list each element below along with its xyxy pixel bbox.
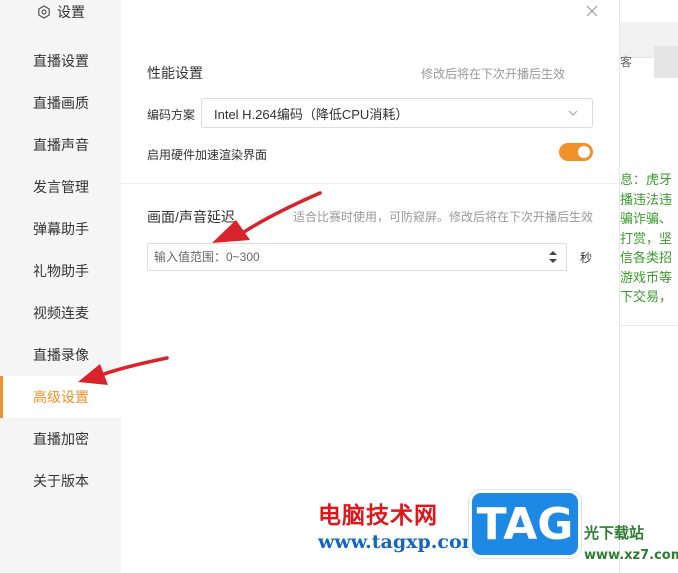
sidebar-item-encryption[interactable]: 直播加密: [0, 418, 121, 460]
chat-line: 息：虎牙: [620, 172, 673, 187]
sidebar-item-label: 高级设置: [33, 389, 89, 405]
performance-hint: 修改后将在下次开播后生效: [421, 67, 566, 81]
chat-line: 信各类招: [620, 250, 673, 265]
sidebar-item-live-settings[interactable]: 直播设置: [0, 40, 121, 82]
chat-line: 下交易，: [620, 289, 673, 304]
section-divider: [121, 183, 620, 184]
close-icon[interactable]: [583, 2, 601, 20]
delay-section-title: 画面/声音延迟: [147, 209, 235, 225]
chat-line: 播违法违: [620, 191, 673, 207]
background-divider: [620, 325, 678, 326]
watermark-side-url: www.xz7.com: [584, 548, 678, 563]
settings-sidebar: 设置 直播设置 直播画质 直播声音 发言管理 弹幕助手 礼物助手 视频连麦 直播…: [0, 0, 121, 573]
sidebar-item-advanced[interactable]: 高级设置: [0, 376, 121, 418]
sidebar-item-label: 视频连麦: [33, 305, 89, 321]
sidebar-item-video-link[interactable]: 视频连麦: [0, 292, 121, 334]
sidebar-item-label: 关于版本: [33, 473, 89, 489]
sidebar-item-label: 弹幕助手: [33, 221, 89, 237]
sidebar-item-label: 直播设置: [33, 53, 89, 69]
sidebar-item-label: 直播加密: [33, 431, 89, 447]
background-tab-button[interactable]: [654, 46, 678, 78]
sidebar-item-audio[interactable]: 直播声音: [0, 124, 121, 166]
performance-section-title: 性能设置: [147, 65, 203, 81]
background-tab-label: 客: [620, 55, 633, 69]
delay-unit: 秒: [580, 251, 593, 265]
watermark-site-name: 电脑技术网: [318, 503, 438, 529]
sidebar-item-recording[interactable]: 直播录像: [0, 334, 121, 376]
chevron-down-icon: [568, 110, 578, 116]
settings-dialog: 设置 直播设置 直播画质 直播声音 发言管理 弹幕助手 礼物助手 视频连麦 直播…: [0, 0, 620, 573]
toggle-knob: [578, 146, 590, 158]
sidebar-item-label: 直播声音: [33, 137, 89, 153]
delay-hint: 适合比赛时使用，可防窥屏。修改后将在下次开播后生效: [293, 210, 594, 224]
watermark-side-text: 光下载站: [584, 524, 645, 542]
watermark-logo-text: TAG: [476, 498, 574, 550]
sidebar-item-about[interactable]: 关于版本: [0, 460, 121, 502]
sidebar-item-label: 礼物助手: [33, 263, 89, 279]
sidebar-item-label: 直播录像: [33, 347, 89, 363]
sidebar-item-gift-assistant[interactable]: 礼物助手: [0, 250, 121, 292]
sidebar-title: 设置: [57, 4, 85, 20]
chat-line: 游戏币等: [620, 269, 673, 285]
sidebar-item-label: 直播画质: [33, 95, 89, 111]
watermark-url: www.tagxp.com: [318, 531, 482, 553]
sidebar-item-label: 发言管理: [33, 179, 89, 195]
gear-icon: [38, 5, 50, 19]
encoding-select[interactable]: Intel H.264编码（降低CPU消耗）: [201, 98, 593, 128]
background-app: 客 息：虎牙 播违法违 骗诈骗、 打赏，坚 信各类招 游戏币等 下交易，: [620, 0, 678, 573]
background-chat: 息：虎牙 播违法违 骗诈骗、 打赏，坚 信各类招 游戏币等 下交易，: [620, 170, 678, 307]
sidebar-item-video-quality[interactable]: 直播画质: [0, 82, 121, 124]
hw-accel-toggle[interactable]: [559, 143, 593, 161]
encoding-label: 编码方案: [147, 108, 196, 122]
hw-accel-label: 启用硬件加速渲染界面: [147, 148, 268, 162]
sidebar-header: 设置: [37, 2, 85, 22]
chat-line: 打赏，坚: [620, 230, 673, 246]
encoding-selected-value: Intel H.264编码（降低CPU消耗）: [214, 106, 409, 122]
delay-input[interactable]: [147, 243, 567, 271]
chat-line: 骗诈骗、: [620, 211, 673, 226]
sidebar-item-danmaku-assistant[interactable]: 弹幕助手: [0, 208, 121, 250]
background-toolbar: 客: [620, 22, 678, 78]
spinner-arrows-icon[interactable]: [548, 249, 558, 265]
sidebar-item-chat-management[interactable]: 发言管理: [0, 166, 121, 208]
watermark-logo: TAG: [469, 490, 581, 558]
